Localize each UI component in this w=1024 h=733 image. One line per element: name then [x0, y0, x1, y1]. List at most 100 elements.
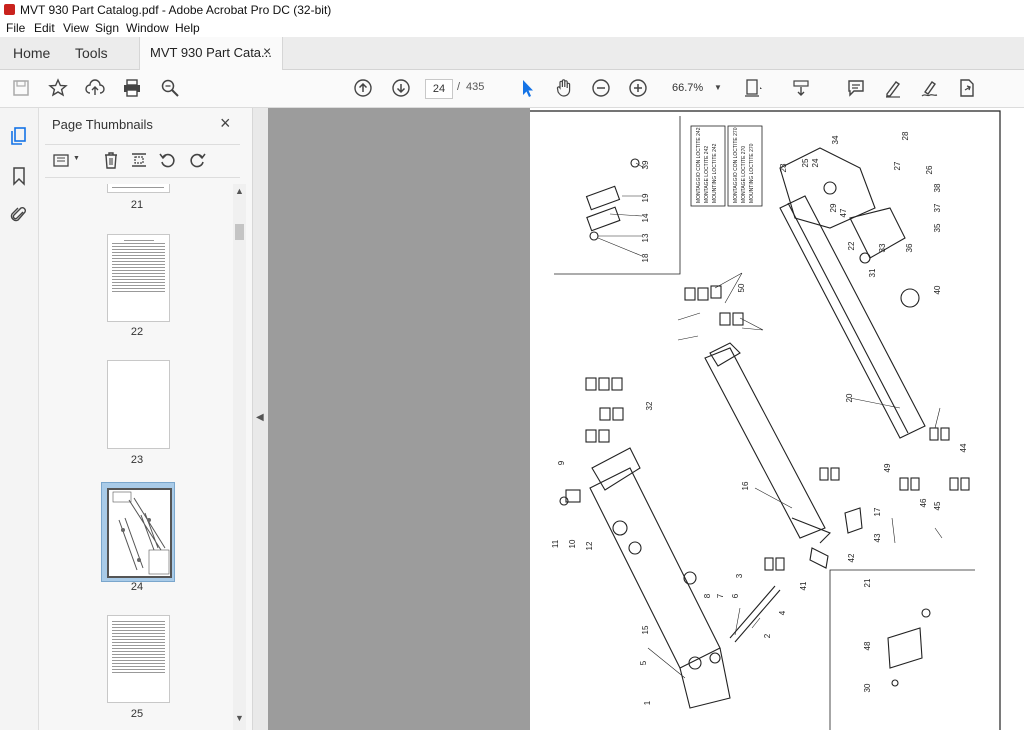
scroll-down-arrow-icon[interactable]: ▼ [235, 713, 244, 723]
callout-number: 7 [716, 593, 725, 598]
menu-view[interactable]: View [63, 21, 89, 35]
loctite-242-line-1: MONTAGGIO CON LOCTITE 242 [696, 127, 702, 203]
close-tab-button[interactable]: × [263, 43, 271, 59]
callout-number: 45 [933, 501, 942, 510]
callout-number: 30 [863, 683, 872, 692]
loctite-242-line-2: MONTAGE LOCTITE 242 [704, 146, 710, 203]
zoom-in-icon[interactable] [627, 77, 649, 99]
callout-number: 3 [735, 573, 744, 578]
window-title: MVT 930 Part Catalog.pdf - Adobe Acrobat… [20, 3, 332, 17]
callout-number: 20 [845, 393, 854, 402]
callout-number: 21 [863, 578, 872, 587]
select-cursor-icon[interactable] [516, 77, 538, 99]
collapse-arrow-icon[interactable]: ◀ [256, 412, 264, 423]
hand-tool-icon[interactable] [553, 77, 575, 99]
callout-number: 40 [933, 285, 942, 294]
document-page[interactable]: MONTAGGIO CON LOCTITE 242 MONTAGE LOCTIT… [530, 108, 1024, 730]
attachments-paperclip-icon[interactable] [8, 204, 30, 226]
zoom-search-icon[interactable] [159, 77, 181, 99]
zoom-out-icon[interactable] [590, 77, 612, 99]
main-toolbar [0, 70, 1024, 108]
bookmark-star-icon[interactable] [47, 77, 69, 99]
page-fit-icon[interactable] [742, 77, 764, 99]
loctite-270-line-3: MOUNTING LOCTITE 270 [749, 143, 755, 203]
tab-tools[interactable]: Tools [75, 45, 108, 61]
tab-document-label: MVT 930 Part Cata... [150, 45, 272, 60]
menu-file[interactable]: File [6, 21, 25, 35]
menu-window[interactable]: Window [126, 21, 169, 35]
page-total: 435 [466, 81, 485, 93]
bookmarks-icon[interactable] [8, 165, 30, 187]
callout-number: 31 [868, 268, 877, 277]
callout-number: 8 [703, 593, 712, 598]
menu-edit[interactable]: Edit [34, 21, 55, 35]
page-number-input[interactable]: 24 [425, 79, 453, 99]
thumbnail-page-23[interactable] [107, 360, 170, 449]
callout-number: 38 [933, 183, 942, 192]
thumbnail-label: 21 [130, 199, 144, 211]
loctite-270-line-2: MONTAGE LOCTITE 270 [741, 146, 747, 203]
callout-number: 4 [778, 610, 787, 615]
document-viewer-background [268, 108, 530, 730]
callout-number: 41 [799, 581, 808, 590]
share-document-icon[interactable] [956, 77, 978, 99]
close-panel-button[interactable]: × [220, 113, 231, 134]
thumbnail-scrollbar[interactable] [233, 184, 246, 730]
menu-help[interactable]: Help [175, 21, 200, 35]
callout-number: 34 [831, 135, 840, 144]
callout-number: 6 [731, 593, 740, 598]
sign-pen-icon[interactable] [919, 77, 941, 99]
loctite-270-line-1: MONTAGGIO CON LOCTITE 270 [733, 127, 739, 203]
callout-number: 37 [933, 203, 942, 212]
acrobat-app-icon [4, 4, 15, 15]
callout-number: 9 [557, 460, 566, 465]
previous-page-icon[interactable] [352, 77, 374, 99]
callout-number: 50 [737, 283, 746, 292]
comment-icon[interactable] [845, 77, 867, 99]
cloud-upload-icon[interactable] [84, 77, 106, 99]
thumbnail-page-24-drawing [112, 491, 170, 575]
callout-number: 32 [645, 401, 654, 410]
callout-number: 46 [919, 498, 928, 507]
callout-number: 13 [641, 233, 650, 242]
thumbnail-page-21[interactable] [107, 184, 170, 193]
loctite-242-line-3: MOUNTING LOCTITE 242 [712, 143, 718, 203]
callout-number: 2 [763, 633, 772, 638]
callout-number: 44 [959, 443, 968, 452]
save-icon[interactable] [10, 77, 32, 99]
scrollbar-thumb[interactable] [235, 224, 244, 240]
callout-number: 17 [873, 507, 882, 516]
delete-trash-icon[interactable] [100, 149, 122, 171]
rotate-clockwise-icon[interactable] [186, 149, 208, 171]
callout-number: 42 [847, 553, 856, 562]
callout-number: 1 [643, 700, 652, 705]
insert-page-icon[interactable] [128, 149, 150, 171]
rotate-counterclockwise-icon[interactable] [157, 149, 179, 171]
callout-number: 36 [905, 243, 914, 252]
thumbnail-options-icon[interactable] [51, 149, 73, 171]
highlight-pen-icon[interactable] [882, 77, 904, 99]
thumbnail-page-25[interactable] [107, 615, 170, 703]
scroll-up-arrow-icon[interactable]: ▲ [235, 186, 244, 196]
tab-home[interactable]: Home [13, 45, 50, 61]
chevron-down-icon: ▼ [714, 83, 722, 92]
callout-number: 35 [933, 223, 942, 232]
next-page-icon[interactable] [390, 77, 412, 99]
callout-number: 14 [641, 213, 650, 222]
print-icon[interactable] [121, 77, 143, 99]
callout-number: 39 [641, 160, 650, 169]
chevron-down-icon: ▼ [73, 155, 80, 162]
callout-number: 18 [641, 253, 650, 262]
zoom-level-dropdown[interactable]: 66.7% ▼ [666, 79, 724, 97]
page-thumbnails-icon[interactable] [8, 125, 30, 147]
thumbnail-page-24[interactable] [107, 488, 172, 578]
thumbnail-page-22[interactable] [107, 234, 170, 322]
menu-sign[interactable]: Sign [95, 21, 119, 35]
scroll-mode-icon[interactable] [790, 77, 812, 99]
callout-number: 23 [779, 163, 788, 172]
page-separator: / [457, 81, 461, 93]
callout-number: 47 [839, 208, 848, 217]
callout-number: 16 [741, 481, 750, 490]
callout-number: 5 [639, 660, 648, 665]
panel-title: Page Thumbnails [52, 117, 153, 132]
